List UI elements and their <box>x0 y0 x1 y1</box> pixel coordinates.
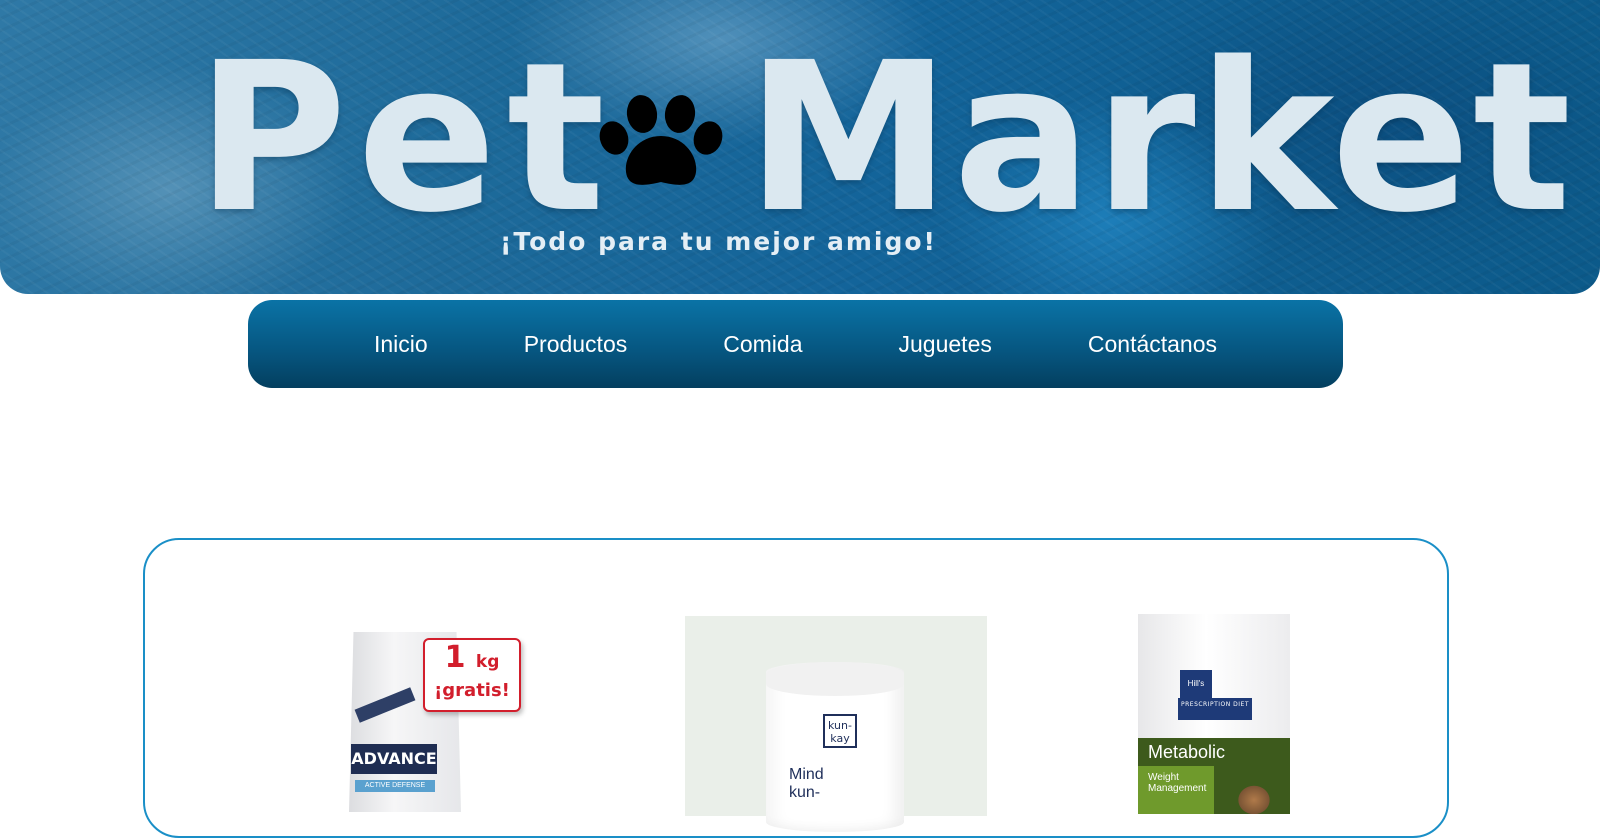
promo-text: ¡gratis! <box>434 680 510 701</box>
promo-sticker: 1 kg ¡gratis! <box>423 638 521 712</box>
promo-amount: 1 kg <box>444 640 500 675</box>
product-brand: Hill's <box>1180 670 1212 698</box>
product-advance[interactable]: ADVANCE ACTIVE DEFENSE 1 kg ¡gratis! <box>349 632 521 812</box>
product-kunkay-mind[interactable]: kun-kay Mind kun- <box>685 616 987 832</box>
nav-item-juguetes[interactable]: Juguetes <box>899 331 992 358</box>
brand-title-pet: Pet <box>196 18 616 258</box>
product-hills-metabolic[interactable]: Hill's PRESCRIPTION DIET Metabolic Weigh… <box>1138 614 1290 814</box>
product-name: Metabolic <box>1148 742 1226 762</box>
product-brand: kun-kay <box>823 714 857 748</box>
hero-slogan: ¡Todo para tu mejor amigo! <box>500 227 937 256</box>
nav-item-comida[interactable]: Comida <box>723 331 802 358</box>
main-navigation: Inicio Productos Comida Juguetes Contáct… <box>248 300 1343 388</box>
paw-icon <box>599 95 723 185</box>
hero-banner: Pet Market ¡Todo para tu mejor amigo! <box>0 0 1600 294</box>
nav-item-contactanos[interactable]: Contáctanos <box>1088 331 1217 358</box>
nav-item-productos[interactable]: Productos <box>524 331 628 358</box>
product-tin-lid <box>766 662 904 696</box>
nav-item-inicio[interactable]: Inicio <box>374 331 428 358</box>
product-brand: ADVANCE <box>351 744 437 774</box>
cat-image <box>1226 770 1280 814</box>
products-card: ADVANCE ACTIVE DEFENSE 1 kg ¡gratis! kun… <box>143 538 1449 838</box>
product-name: Mind kun- <box>789 766 824 801</box>
product-line: PRESCRIPTION DIET <box>1178 698 1252 720</box>
product-line: ACTIVE DEFENSE <box>355 780 435 792</box>
brand-title-market: Market <box>746 18 1574 258</box>
product-subtitle: Weight Management <box>1138 766 1214 814</box>
